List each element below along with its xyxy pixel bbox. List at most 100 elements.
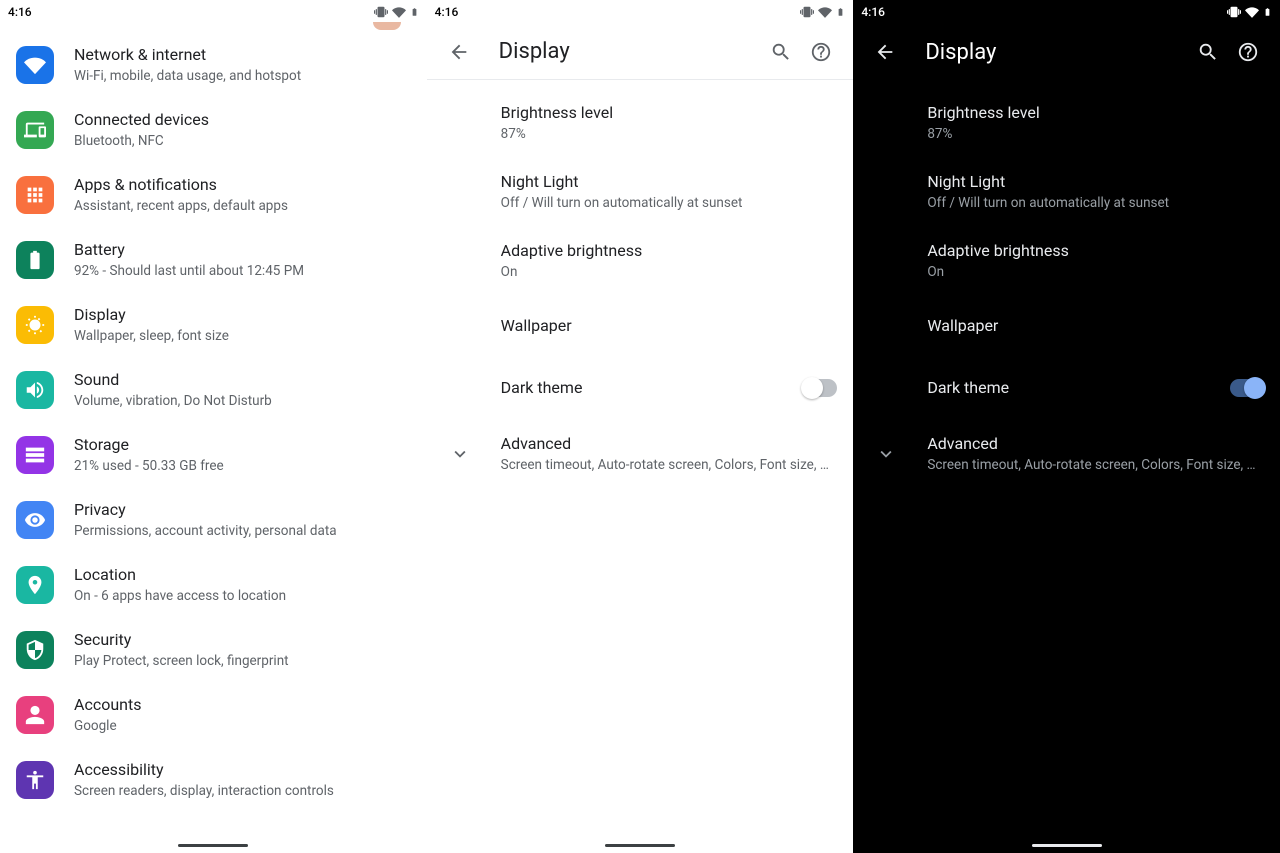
settings-row-connected-devices[interactable]: Connected devicesBluetooth, NFC [0, 97, 427, 162]
back-button[interactable] [439, 32, 479, 72]
row-title: Privacy [74, 499, 411, 521]
row-subtitle: Google [74, 717, 411, 735]
night-light-row[interactable]: Night Light Off / Will turn on automatic… [427, 157, 854, 226]
dark-theme-toggle[interactable] [803, 379, 837, 397]
row-subtitle: 87% [927, 125, 1264, 143]
row-title: Advanced [501, 433, 838, 455]
night-light-row[interactable]: Night Light Off / Will turn on automatic… [853, 157, 1280, 226]
battery-status-icon [1263, 5, 1272, 19]
row-title: Brightness level [927, 102, 1264, 124]
page-title: Display [499, 39, 762, 64]
row-subtitle: 87% [501, 125, 838, 143]
wifi-status-icon [1245, 5, 1259, 19]
page-title: Display [925, 40, 1188, 65]
row-title: Night Light [927, 171, 1264, 193]
accounts-icon [16, 696, 54, 734]
chevron-down-icon [449, 443, 471, 465]
status-time: 4:16 [8, 5, 32, 19]
row-subtitle: On [501, 263, 838, 281]
vibrate-icon [1227, 5, 1241, 19]
storage-icon [16, 436, 54, 474]
settings-row-display[interactable]: DisplayWallpaper, sleep, font size [0, 292, 427, 357]
brightness-level-row[interactable]: Brightness level 87% [427, 88, 854, 157]
status-time: 4:16 [861, 5, 885, 19]
nav-handle[interactable] [605, 844, 675, 847]
settings-row-battery[interactable]: Battery92% - Should last until about 12:… [0, 227, 427, 292]
dark-theme-toggle[interactable] [1230, 379, 1264, 397]
display-settings-list: Brightness level 87% Night Light Off / W… [427, 80, 854, 488]
panel-display-light: 4:16 Display Brightness level [427, 0, 854, 853]
settings-row-network-internet[interactable]: Network & internetWi-Fi, mobile, data us… [0, 32, 427, 97]
status-bar: 4:16 [427, 0, 854, 24]
row-title: Apps & notifications [74, 174, 411, 196]
settings-row-sound[interactable]: SoundVolume, vibration, Do Not Disturb [0, 357, 427, 422]
row-subtitle: Permissions, account activity, personal … [74, 522, 411, 540]
row-title: Sound [74, 369, 411, 391]
adaptive-brightness-row[interactable]: Adaptive brightness On [853, 226, 1280, 295]
settings-row-location[interactable]: LocationOn - 6 apps have access to locat… [0, 552, 427, 617]
battery-status-icon [836, 5, 845, 19]
sound-icon [16, 371, 54, 409]
row-title: Accessibility [74, 759, 411, 781]
back-arrow-icon [448, 41, 470, 63]
panel-settings-main: 4:16 Network & internetWi-Fi, mobile, da… [0, 0, 427, 853]
nav-handle[interactable] [1032, 844, 1102, 847]
row-subtitle: Wallpaper, sleep, font size [74, 327, 411, 345]
row-title: Security [74, 629, 411, 651]
brightness-level-row[interactable]: Brightness level 87% [853, 88, 1280, 157]
row-title: Network & internet [74, 44, 411, 66]
vibrate-icon [800, 5, 814, 19]
adaptive-brightness-row[interactable]: Adaptive brightness On [427, 226, 854, 295]
row-title: Adaptive brightness [501, 240, 838, 262]
row-subtitle: Wi-Fi, mobile, data usage, and hotspot [74, 67, 411, 85]
advanced-row[interactable]: Advanced Screen timeout, Auto-rotate scr… [427, 419, 854, 488]
wallpaper-row[interactable]: Wallpaper [853, 295, 1280, 357]
row-title: Dark theme [501, 377, 792, 399]
privacy-icon [16, 501, 54, 539]
advanced-row[interactable]: Advanced Screen timeout, Auto-rotate scr… [853, 419, 1280, 488]
row-title: Display [74, 304, 411, 326]
help-button[interactable] [1228, 32, 1268, 72]
wifi-status-icon [818, 5, 832, 19]
row-subtitle: 21% used - 50.33 GB free [74, 457, 411, 475]
row-subtitle: Screen readers, display, interaction con… [74, 782, 411, 800]
settings-row-apps-notifications[interactable]: Apps & notificationsAssistant, recent ap… [0, 162, 427, 227]
avatar[interactable] [373, 22, 401, 30]
row-subtitle: Assistant, recent apps, default apps [74, 197, 411, 215]
row-title: Brightness level [501, 102, 838, 124]
row-title: Battery [74, 239, 411, 261]
app-bar: Display [853, 24, 1280, 80]
row-subtitle: On [927, 263, 1264, 281]
wallpaper-row[interactable]: Wallpaper [427, 295, 854, 357]
row-title: Wallpaper [927, 315, 1264, 337]
search-button[interactable] [761, 32, 801, 72]
settings-row-security[interactable]: SecurityPlay Protect, screen lock, finge… [0, 617, 427, 682]
dark-theme-row[interactable]: Dark theme [427, 357, 854, 419]
row-title: Dark theme [927, 377, 1218, 399]
row-title: Accounts [74, 694, 411, 716]
settings-row-accessibility[interactable]: AccessibilityScreen readers, display, in… [0, 747, 427, 812]
wifi-status-icon [392, 5, 406, 19]
row-title: Adaptive brightness [927, 240, 1264, 262]
help-icon [1237, 41, 1259, 63]
battery-status-icon [410, 5, 419, 19]
search-button[interactable] [1188, 32, 1228, 72]
settings-row-accounts[interactable]: AccountsGoogle [0, 682, 427, 747]
row-subtitle: Play Protect, screen lock, fingerprint [74, 652, 411, 670]
help-button[interactable] [801, 32, 841, 72]
row-subtitle: Off / Will turn on automatically at suns… [927, 194, 1264, 212]
nav-handle[interactable] [178, 844, 248, 847]
row-subtitle: Off / Will turn on automatically at suns… [501, 194, 838, 212]
status-time: 4:16 [435, 5, 459, 19]
row-subtitle: Bluetooth, NFC [74, 132, 411, 150]
row-subtitle: Volume, vibration, Do Not Disturb [74, 392, 411, 410]
settings-list: Network & internetWi-Fi, mobile, data us… [0, 24, 427, 812]
security-icon [16, 631, 54, 669]
back-button[interactable] [865, 32, 905, 72]
dark-theme-row[interactable]: Dark theme [853, 357, 1280, 419]
settings-row-privacy[interactable]: PrivacyPermissions, account activity, pe… [0, 487, 427, 552]
status-bar: 4:16 [853, 0, 1280, 24]
row-title: Connected devices [74, 109, 411, 131]
settings-row-storage[interactable]: Storage21% used - 50.33 GB free [0, 422, 427, 487]
brightness-icon [16, 306, 54, 344]
